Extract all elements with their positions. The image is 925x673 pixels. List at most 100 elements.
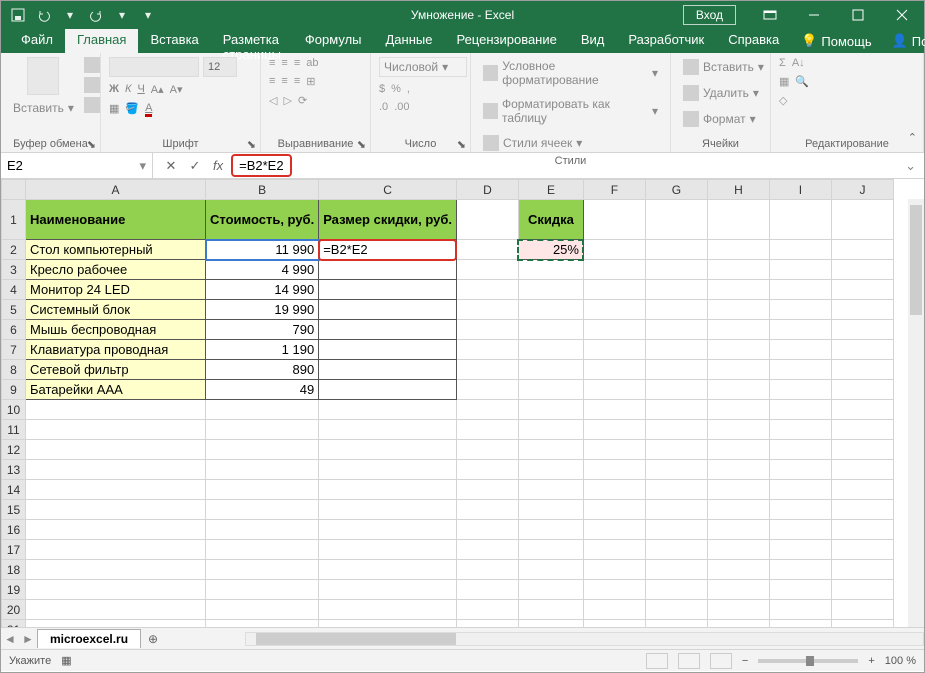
italic-button[interactable]: К [125,83,131,96]
cell[interactable] [707,200,769,240]
row-header[interactable]: 14 [2,480,26,500]
sheet-tab[interactable]: microexcel.ru [37,629,141,648]
fill-icon[interactable]: ▦ [779,75,789,88]
close-button[interactable] [880,1,924,29]
cell[interactable] [26,580,206,600]
row-header[interactable]: 6 [2,320,26,340]
autosum-icon[interactable]: Σ [779,57,786,69]
format-painter-icon[interactable] [84,97,100,113]
number-format-combo[interactable]: Числовой ▾ [379,57,467,77]
copy-icon[interactable] [84,77,100,93]
cell[interactable] [831,200,893,240]
cell-name[interactable]: Кресло рабочее [26,260,206,280]
cell[interactable] [583,380,645,400]
percent-icon[interactable]: % [391,83,401,95]
cell[interactable] [769,340,831,360]
tab-file[interactable]: Файл [9,29,65,53]
sheet-nav-prev-icon[interactable]: ◄ [1,632,19,646]
cell[interactable] [831,500,893,520]
cell[interactable] [707,620,769,628]
minimize-button[interactable] [792,1,836,29]
cell[interactable] [645,280,707,300]
col-header[interactable]: E [518,180,583,200]
tab-view[interactable]: Вид [569,29,617,53]
row-header[interactable]: 3 [2,260,26,280]
cell[interactable] [206,500,319,520]
cell[interactable] [831,280,893,300]
cell[interactable] [583,420,645,440]
cell[interactable] [319,420,457,440]
format-cells-button[interactable]: Формат ▾ [679,109,760,129]
page-layout-view-button[interactable] [678,653,700,669]
cell-price[interactable]: 19 990 [206,300,319,320]
cell-discount-size[interactable] [319,260,457,280]
tab-formulas[interactable]: Формулы [293,29,374,53]
cell[interactable] [831,240,893,260]
cell[interactable] [707,440,769,460]
tab-data[interactable]: Данные [374,29,445,53]
undo-icon[interactable] [33,4,55,26]
cell[interactable] [645,360,707,380]
indent-dec-icon[interactable]: ◁ [269,94,277,107]
cell[interactable] [26,520,206,540]
row-header[interactable]: 7 [2,340,26,360]
cell[interactable] [206,420,319,440]
new-sheet-button[interactable]: ⊕ [141,632,165,646]
cell[interactable] [319,400,457,420]
cell[interactable] [831,420,893,440]
cell[interactable] [583,580,645,600]
cell[interactable] [645,260,707,280]
cell[interactable] [769,620,831,628]
col-header[interactable]: B [206,180,319,200]
cell[interactable] [707,500,769,520]
row-header[interactable]: 1 [2,200,26,240]
cell[interactable] [456,500,518,520]
cell[interactable] [518,400,583,420]
dec-decimal-icon[interactable]: .00 [394,101,409,113]
cell-name[interactable]: Мышь беспроводная [26,320,206,340]
zoom-out-button[interactable]: − [742,655,748,667]
cell-name[interactable]: Монитор 24 LED [26,280,206,300]
cell[interactable] [319,600,457,620]
cell[interactable] [831,380,893,400]
cell[interactable] [707,280,769,300]
col-header[interactable]: C [319,180,457,200]
orientation-icon[interactable]: ⟳ [298,94,307,107]
cell[interactable] [518,320,583,340]
cell[interactable] [206,440,319,460]
cell[interactable] [26,420,206,440]
paste-button[interactable]: Вставить ▾ [9,99,78,117]
cell[interactable] [831,460,893,480]
tab-review[interactable]: Рецензирование [444,29,568,53]
name-box-dropdown-icon[interactable]: ▾ [139,158,146,174]
cell[interactable] [583,260,645,280]
wrap-text-icon[interactable]: ab [306,57,318,69]
cell[interactable] [206,520,319,540]
row-header[interactable]: 20 [2,600,26,620]
cell[interactable] [518,620,583,628]
cell[interactable] [769,360,831,380]
cell[interactable] [769,380,831,400]
enter-formula-icon[interactable]: ✓ [183,158,207,174]
row-header[interactable]: 18 [2,560,26,580]
col-header[interactable]: A [26,180,206,200]
cell[interactable] [831,580,893,600]
cell[interactable] [645,420,707,440]
cell[interactable] [456,460,518,480]
cell[interactable] [769,440,831,460]
cell[interactable] [456,440,518,460]
cell[interactable] [645,500,707,520]
cell[interactable] [26,440,206,460]
cell[interactable] [518,280,583,300]
align-bot-icon[interactable]: ≡ [294,57,300,69]
cell[interactable] [707,360,769,380]
sort-filter-icon[interactable]: A↓ [792,57,805,69]
cell[interactable] [518,460,583,480]
cell[interactable] [831,260,893,280]
qat-customize-icon[interactable]: ▾ [137,4,159,26]
cell[interactable] [206,560,319,580]
dialog-launcher-icon[interactable]: ⬊ [247,138,256,151]
underline-button[interactable]: Ч [137,83,144,96]
cell[interactable] [518,540,583,560]
cell[interactable] [583,320,645,340]
